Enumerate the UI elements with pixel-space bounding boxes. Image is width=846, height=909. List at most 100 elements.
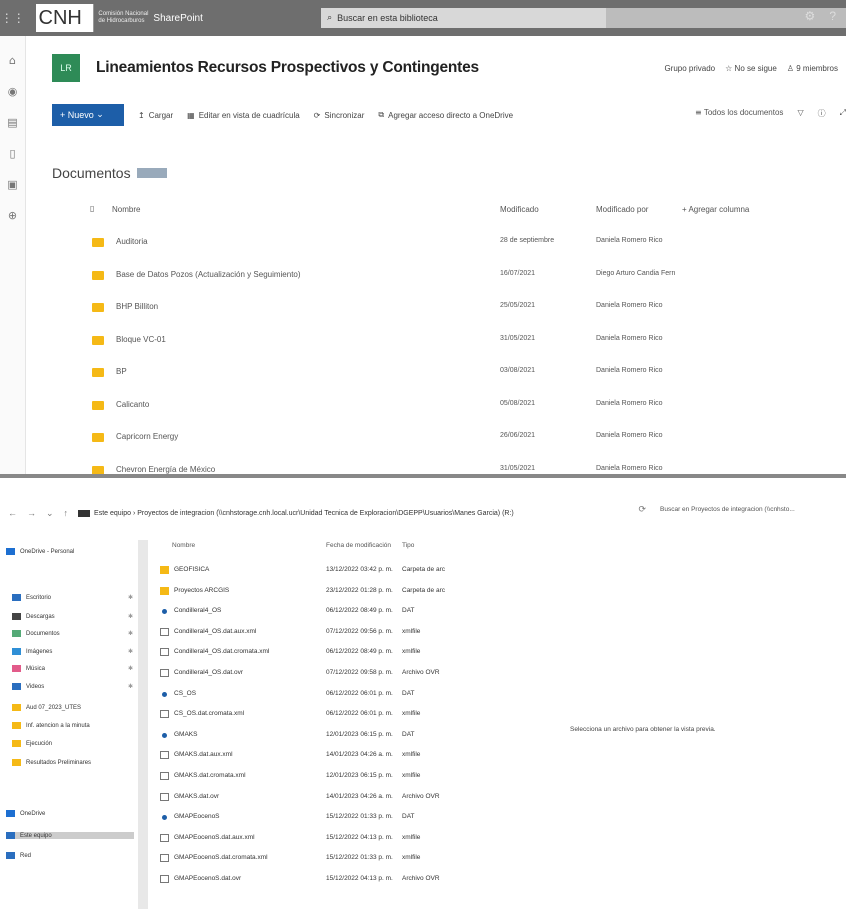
pin-icon[interactable]: ✱: [128, 594, 133, 601]
site-title[interactable]: Lineamientos Recursos Prospectivos y Con…: [96, 59, 479, 77]
nav-item[interactable]: Este equipo: [6, 832, 134, 839]
nav-item[interactable]: Aud 07_2023_UTES: [12, 704, 81, 711]
library-title-badge[interactable]: [136, 168, 167, 178]
pin-icon[interactable]: ✱: [128, 665, 133, 672]
item-name[interactable]: Auditoria: [116, 237, 148, 246]
file-name[interactable]: Condilleral4_OS.dat.aux.xml: [174, 628, 256, 635]
table-row[interactable]: Condilleral4_OS.dat.ovr 07/12/2022 09:58 …: [160, 663, 480, 683]
list-item[interactable]: Bloque VC-01 31/05/2021 Daniela Romero Ric…: [92, 330, 832, 350]
item-name[interactable]: Chevron Energía de México: [116, 465, 215, 474]
sharepoint-brand[interactable]: SharePoint: [153, 13, 271, 24]
nav-item[interactable]: Imágenes: [12, 648, 52, 655]
members-button[interactable]: ♙ 9 miembros: [787, 64, 838, 73]
nav-item[interactable]: Red: [6, 852, 31, 859]
nav-item[interactable]: OneDrive - Personal: [6, 548, 74, 555]
table-row[interactable]: CS_OS.dat.cromata.xml 06/12/2022 06:01 p.…: [160, 704, 480, 724]
column-type[interactable]: Tipo: [402, 542, 414, 549]
grid-edit-button[interactable]: ▦ Editar en vista de cuadrícula: [187, 111, 300, 120]
file-name[interactable]: GMAKS.dat.ovr: [174, 793, 219, 800]
file-name[interactable]: CS_OS.dat.cromata.xml: [174, 710, 244, 717]
file-name[interactable]: GMAKS: [174, 731, 197, 738]
follow-button[interactable]: ☆ No se sigue: [725, 64, 777, 73]
filter-icon[interactable]: ▽: [797, 108, 803, 119]
table-row[interactable]: GMAPEocenoS 15/12/2022 01:33 p. m. DAT: [160, 807, 480, 827]
file-name[interactable]: GMAKS.dat.aux.xml: [174, 751, 233, 758]
table-row[interactable]: GMAPEocenoS.dat.cromata.xml 15/12/2022 01…: [160, 848, 480, 868]
file-name[interactable]: GEOFISICA: [174, 566, 209, 573]
table-row[interactable]: CS_OS 06/12/2022 06:01 p. m. DAT: [160, 684, 480, 704]
view-selector[interactable]: ≡ Todos los documentos: [695, 108, 783, 119]
upload-button[interactable]: ↥ Cargar: [138, 111, 173, 120]
sync-button[interactable]: ⟳ Sincronizar: [314, 111, 365, 120]
nav-item[interactable]: Documentos: [12, 630, 60, 637]
pin-icon[interactable]: ✱: [128, 648, 133, 655]
nav-item[interactable]: Ejecución: [12, 740, 52, 747]
list-item[interactable]: BP 03/08/2021 Daniela Romero Rico: [92, 362, 832, 382]
item-name[interactable]: BP: [116, 367, 127, 376]
pin-icon[interactable]: ✱: [128, 613, 133, 620]
breadcrumb[interactable]: Este equipo › Proyectos de integracion (…: [78, 509, 514, 517]
refresh-icon[interactable]: ⟳: [638, 505, 646, 515]
list-item[interactable]: BHP Billiton 25/05/2021 Daniela Romero Ric…: [92, 297, 832, 317]
file-name[interactable]: Condilleral4_OS.dat.ovr: [174, 669, 243, 676]
table-row[interactable]: GMAKS.dat.aux.xml 14/01/2023 04:26 a. m. x…: [160, 745, 480, 765]
list-icon[interactable]: ▣: [0, 178, 25, 191]
pin-icon[interactable]: ✱: [128, 683, 133, 690]
nav-item[interactable]: Escritorio: [12, 594, 51, 601]
column-modified[interactable]: Modificado: [500, 205, 539, 214]
table-row[interactable]: Condilleral4_OS 06/12/2022 08:49 p. m. DAT: [160, 601, 480, 621]
help-icon[interactable]: ?: [829, 9, 836, 23]
cnh-logo[interactable]: CNH: [35, 4, 95, 32]
nav-item[interactable]: Música: [12, 665, 45, 672]
forward-icon[interactable]: →: [27, 508, 36, 519]
add-icon[interactable]: ⊕: [0, 209, 25, 222]
column-modified-by[interactable]: Modificado por: [596, 205, 648, 214]
file-name[interactable]: Condilleral4_OS: [174, 607, 221, 614]
nav-item[interactable]: OneDrive: [6, 810, 45, 817]
file-name[interactable]: GMAKS.dat.cromata.xml: [174, 772, 246, 779]
site-logo[interactable]: LR: [52, 54, 80, 82]
add-column-button[interactable]: + Agregar columna: [682, 205, 749, 214]
home-icon[interactable]: ⌂: [0, 54, 25, 67]
file-name[interactable]: Condilleral4_OS.dat.cromata.xml: [174, 648, 269, 655]
item-name[interactable]: Base de Datos Pozos (Actualización y Seg…: [116, 270, 301, 279]
list-item[interactable]: Auditoria 28 de septiembre Daniela Romero …: [92, 232, 832, 252]
item-name[interactable]: Capricorn Energy: [116, 432, 178, 441]
table-row[interactable]: Condilleral4_OS.dat.cromata.xml 06/12/202…: [160, 642, 480, 662]
item-name[interactable]: Calicanto: [116, 400, 149, 409]
pin-icon[interactable]: ✱: [128, 630, 133, 637]
column-date[interactable]: Fecha de modificación: [326, 542, 391, 549]
page-icon[interactable]: ▯: [0, 147, 25, 160]
settings-icon[interactable]: ⚙: [805, 9, 816, 23]
table-row[interactable]: GMAKS.dat.ovr 14/01/2023 04:26 a. m. Archi…: [160, 787, 480, 807]
navigation-scrollbar[interactable]: [138, 540, 148, 909]
back-icon[interactable]: ←: [8, 508, 17, 519]
file-name[interactable]: GMAPEocenoS.dat.ovr: [174, 875, 241, 882]
nav-item[interactable]: Resultados Preliminares: [12, 759, 91, 766]
list-item[interactable]: Calicanto 05/08/2021 Daniela Romero Rico: [92, 395, 832, 415]
nav-item[interactable]: Inf. atencion a la minuta: [12, 722, 90, 729]
file-name[interactable]: GMAPEocenoS.dat.cromata.xml: [174, 854, 268, 861]
shortcut-button[interactable]: ⧉ Agregar acceso directo a OneDrive: [378, 110, 513, 120]
list-item[interactable]: Capricorn Energy 26/06/2021 Daniela Romero…: [92, 427, 832, 447]
up-icon[interactable]: ↑: [64, 508, 69, 519]
new-button[interactable]: + Nuevo ⌄: [52, 104, 124, 126]
explorer-search-box[interactable]: Buscar en Proyectos de integracion (\\cn…: [660, 506, 840, 513]
library-search-box[interactable]: ⌕ Buscar en esta biblioteca: [321, 8, 606, 28]
nav-item[interactable]: Videos: [12, 683, 44, 690]
file-name[interactable]: CS_OS: [174, 690, 196, 697]
table-row[interactable]: GMAKS 12/01/2023 06:15 p. m. DAT: [160, 725, 480, 745]
table-row[interactable]: Condilleral4_OS.dat.aux.xml 07/12/2022 09…: [160, 622, 480, 642]
item-name[interactable]: Bloque VC-01: [116, 335, 166, 344]
chevron-down-icon[interactable]: ⌄: [46, 508, 54, 519]
table-row[interactable]: GMAKS.dat.cromata.xml 12/01/2023 06:15 p.…: [160, 766, 480, 786]
table-row[interactable]: GMAPEocenoS.dat.ovr 15/12/2022 04:13 p. m…: [160, 869, 480, 889]
table-row[interactable]: GMAPEocenoS.dat.aux.xml 15/12/2022 04:13 …: [160, 828, 480, 848]
table-row[interactable]: GEOFISICA 13/12/2022 03:42 p. m. Carpeta d…: [160, 560, 480, 580]
expand-icon[interactable]: ⤢: [840, 108, 846, 119]
globe-icon[interactable]: ◉: [0, 85, 25, 98]
column-name[interactable]: Nombre: [112, 205, 140, 214]
list-item[interactable]: Base de Datos Pozos (Actualización y Seg…: [92, 265, 832, 285]
app-launcher-icon[interactable]: ⋮⋮: [0, 0, 26, 36]
table-row[interactable]: Proyectos ARCGIS 23/12/2022 01:28 p. m. Ca…: [160, 581, 480, 601]
